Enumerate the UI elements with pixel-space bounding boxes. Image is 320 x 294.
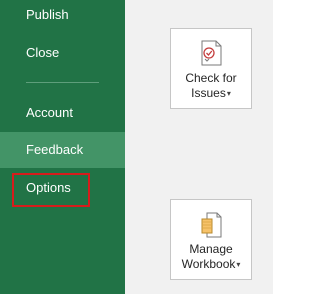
manage-workbook-icon [171, 210, 251, 238]
sidebar-item-label: Publish [26, 7, 69, 22]
sidebar-item-publish[interactable]: Publish [0, 0, 125, 33]
chevron-down-icon: ▾ [226, 89, 231, 98]
sidebar-item-feedback[interactable]: Feedback [0, 132, 125, 168]
check-for-issues-label: Check for Issues▾ [171, 71, 251, 101]
manage-workbook-label: Manage Workbook▾ [171, 242, 251, 272]
manage-workbook-button[interactable]: Manage Workbook▾ [170, 199, 252, 280]
manage-workbook-line1: Manage [189, 242, 233, 256]
sidebar-item-close[interactable]: Close [0, 35, 125, 71]
check-issues-line2-wrap: Issues▾ [171, 86, 251, 101]
backstage-view: Publish Close Account Feedback Options C… [0, 0, 273, 294]
options-highlight-box [12, 173, 90, 207]
chevron-down-icon: ▾ [236, 260, 241, 269]
sidebar-separator [26, 82, 99, 83]
check-document-icon [171, 39, 251, 67]
manage-workbook-line2-wrap: Workbook▾ [171, 257, 251, 272]
sidebar-item-account[interactable]: Account [0, 95, 125, 131]
backstage-sidebar: Publish Close Account Feedback Options [0, 0, 125, 294]
sidebar-item-label: Account [26, 105, 73, 120]
sidebar-item-label: Feedback [26, 142, 84, 157]
check-for-issues-button[interactable]: Check for Issues▾ [170, 28, 252, 109]
check-issues-line2: Issues [191, 86, 226, 100]
sidebar-item-label: Close [26, 45, 60, 60]
manage-workbook-line2: Workbook [181, 257, 236, 271]
check-issues-line1: Check for [185, 71, 237, 85]
